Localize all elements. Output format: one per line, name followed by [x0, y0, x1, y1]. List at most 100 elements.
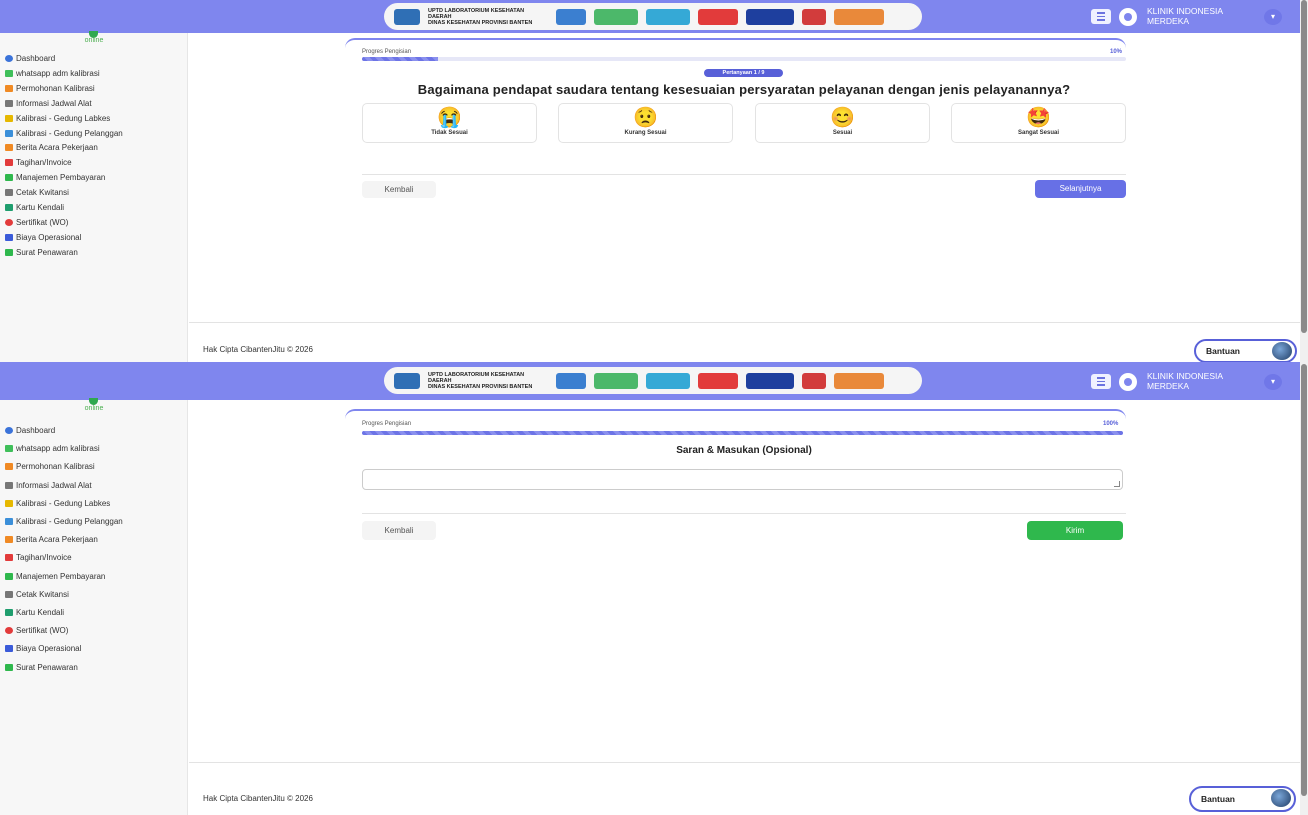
- sidebar-item-label: Sertifikat (WO): [16, 217, 69, 227]
- globe-icon: [1272, 342, 1292, 360]
- sidebar-item-manajemen-pembayaran[interactable]: Manajemen Pembayaran: [5, 173, 105, 182]
- hamburger-icon[interactable]: [1091, 9, 1111, 24]
- kan-logo-icon: [746, 372, 794, 389]
- whatsapp-icon: [5, 69, 13, 77]
- footer-divider: [189, 762, 1300, 763]
- online-indicator-icon: [89, 398, 98, 405]
- calendar-icon: [5, 99, 13, 107]
- sidebar-item-whatsapp-adm-kalibrasi[interactable]: whatsapp adm kalibrasi: [5, 69, 100, 78]
- option-kurang-sesuai[interactable]: 😟 Kurang Sesuai: [558, 103, 733, 143]
- online-status: online: [84, 37, 104, 44]
- sidebar-item-tagihan-invoice[interactable]: Tagihan/Invoice: [5, 553, 72, 562]
- sidebar-item-sertifikat-wo[interactable]: Sertifikat (WO): [5, 218, 68, 227]
- sidebar-item-label: Kartu Kendali: [16, 608, 65, 617]
- sidebar-item-dashboard[interactable]: Dashboard: [5, 54, 55, 63]
- option-label: Tidak Sesuai: [431, 130, 468, 136]
- sidebar-item-kartu-kendali[interactable]: Kartu Kendali: [5, 203, 64, 212]
- sidebar-item-informasi-jadwal-alat[interactable]: Informasi Jadwal Alat: [5, 481, 92, 490]
- sidebar-item-manajemen-pembayaran[interactable]: Manajemen Pembayaran: [5, 572, 105, 581]
- back-button[interactable]: Kembali: [362, 181, 436, 198]
- banten-emblem-icon: [394, 8, 420, 25]
- sidebar-item-cetak-kwitansi[interactable]: Cetak Kwitansi: [5, 590, 69, 599]
- option-tidak-sesuai[interactable]: 😭 Tidak Sesuai: [362, 103, 537, 143]
- sidebar-item-label: Manajemen Pembayaran: [16, 173, 106, 183]
- sidebar-item-kalibrasi-gedung-pelanggan[interactable]: Kalibrasi - Gedung Pelanggan: [5, 517, 123, 526]
- progress-percent: 100%: [1103, 421, 1119, 427]
- sidebar-item-kartu-kendali[interactable]: Kartu Kendali: [5, 608, 64, 617]
- kemenkes-logo-icon: [594, 8, 638, 25]
- sidebar-item-label: Kalibrasi - Gedung Labkes: [16, 498, 111, 508]
- option-sesuai[interactable]: 😊 Sesuai: [755, 103, 930, 143]
- next-button[interactable]: Selanjutnya: [1035, 180, 1126, 198]
- crying-face-icon: 😭: [437, 107, 462, 129]
- sidebar-item-kalibrasi-gedung-pelanggan[interactable]: Kalibrasi - Gedung Pelanggan: [5, 129, 123, 138]
- hamburger-icon[interactable]: [1091, 374, 1111, 389]
- germas-logo-icon: [646, 372, 690, 389]
- back-button[interactable]: Kembali: [362, 521, 436, 540]
- hand-icon: [5, 114, 13, 122]
- online-status: online: [84, 405, 104, 412]
- sidebar-item-label: Surat Penawaran: [16, 247, 78, 257]
- folder-icon: [5, 463, 13, 471]
- sidebar-item-permohonan-kalibrasi[interactable]: Permohonan Kalibrasi: [5, 462, 95, 471]
- user-circle-icon[interactable]: [1119, 373, 1137, 391]
- money-icon: [5, 174, 13, 182]
- sidebar-item-kalibrasi-gedung-labkes[interactable]: Kalibrasi - Gedung Labkes: [5, 114, 110, 123]
- footer-copyright: Hak Cipta CibantenJitu © 2026: [203, 794, 313, 803]
- progress-bar: [362, 57, 1126, 61]
- folder-icon: [5, 536, 13, 544]
- cibanten-logo-icon: [556, 8, 586, 25]
- user-name[interactable]: KLINIK INDONESIA MERDEKA: [1147, 371, 1257, 391]
- divider: [362, 513, 1126, 514]
- sidebar-item-kalibrasi-gedung-labkes[interactable]: Kalibrasi - Gedung Labkes: [5, 499, 110, 508]
- progress-bar-fill: [362, 57, 439, 61]
- help-button[interactable]: Bantuan: [1189, 786, 1296, 812]
- sidebar-item-berita-acara-pekerjaan[interactable]: Berita Acara Pekerjaan: [5, 143, 98, 152]
- sidebar-item-cetak-kwitansi[interactable]: Cetak Kwitansi: [5, 188, 69, 197]
- survey-question-screen: UPTD LABORATORIUM KESEHATAN DAERAH DINAS …: [0, 0, 1308, 362]
- folder-icon: [5, 84, 13, 92]
- help-button[interactable]: Bantuan: [1194, 339, 1297, 362]
- scrollbar[interactable]: [1300, 0, 1308, 362]
- user-name[interactable]: KLINIK INDONESIA MERDEKA: [1147, 6, 1257, 26]
- berakhlak-logo-icon: [834, 372, 884, 389]
- sidebar-item-surat-penawaran[interactable]: Surat Penawaran: [5, 663, 78, 672]
- money-icon: [5, 572, 13, 580]
- sidebar-item-informasi-jadwal-alat[interactable]: Informasi Jadwal Alat: [5, 99, 92, 108]
- sidebar-item-label: Biaya Operasional: [16, 644, 82, 654]
- sidebar-item-label: whatsapp adm kalibrasi: [16, 68, 100, 78]
- sidebar-item-tagihan-invoice[interactable]: Tagihan/Invoice: [5, 158, 72, 167]
- sidebar-item-biaya-operasional[interactable]: Biaya Operasional: [5, 644, 81, 653]
- question-counter-badge: Pertanyaan 1 / 9: [704, 69, 783, 77]
- printer-icon: [5, 189, 13, 197]
- certificate-icon: [5, 218, 13, 226]
- sidebar-item-berita-acara-pekerjaan[interactable]: Berita Acara Pekerjaan: [5, 535, 98, 544]
- option-sangat-sesuai[interactable]: 🤩 Sangat Sesuai: [951, 103, 1126, 143]
- partner-logo-icon: [698, 8, 738, 25]
- sidebar-item-label: Biaya Operasional: [16, 232, 82, 242]
- user-circle-icon[interactable]: [1119, 8, 1137, 26]
- sidebar-item-biaya-operasional[interactable]: Biaya Operasional: [5, 233, 81, 242]
- chevron-down-icon[interactable]: ▾: [1264, 374, 1282, 390]
- sidebar-item-surat-penawaran[interactable]: Surat Penawaran: [5, 248, 78, 257]
- feedback-textarea[interactable]: [362, 469, 1123, 490]
- sidebar: online Dashboard whatsapp adm kalibrasi Pe…: [0, 31, 188, 362]
- scrollbar[interactable]: [1300, 362, 1308, 815]
- footer-copyright: Hak Cipta CibantenJitu © 2026: [203, 345, 313, 354]
- sidebar-item-label: Tagihan/Invoice: [16, 553, 72, 563]
- option-label: Sesuai: [832, 130, 853, 136]
- globe-icon: [1271, 789, 1291, 807]
- submit-button[interactable]: Kirim: [1027, 521, 1123, 540]
- option-label: Kurang Sesuai: [624, 130, 667, 136]
- sidebar-item-label: Kalibrasi - Gedung Labkes: [16, 113, 111, 123]
- germas-logo-icon: [646, 8, 690, 25]
- sidebar-item-dashboard[interactable]: Dashboard: [5, 426, 55, 435]
- hand-icon: [5, 499, 13, 507]
- feedback-screen: UPTD LABORATORIUM KESEHATAN DAERAH DINAS …: [0, 362, 1308, 815]
- chevron-down-icon[interactable]: ▾: [1264, 9, 1282, 25]
- sidebar-item-label: Kartu Kendali: [16, 203, 65, 212]
- printer-icon: [5, 590, 13, 598]
- sidebar-item-permohonan-kalibrasi[interactable]: Permohonan Kalibrasi: [5, 84, 95, 93]
- sidebar-item-sertifikat-wo[interactable]: Sertifikat (WO): [5, 626, 68, 635]
- sidebar-item-whatsapp-adm-kalibrasi[interactable]: whatsapp adm kalibrasi: [5, 444, 100, 453]
